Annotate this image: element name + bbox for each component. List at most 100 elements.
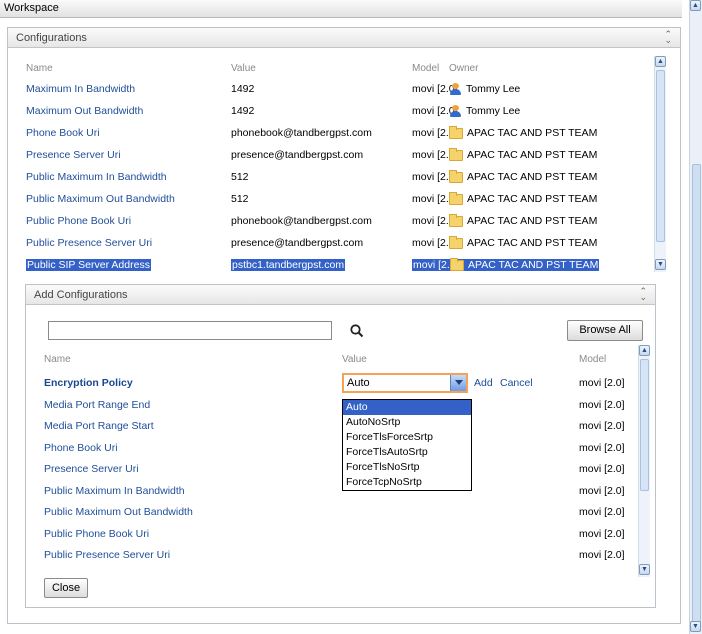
table-row[interactable]: Maximum In Bandwidth 1492 movi [2.0] Tommy … [8,79,654,101]
list-item[interactable]: Public Phone Book Uri movi [2.0] [26,524,646,545]
column-header-name[interactable]: Name [44,354,71,365]
workspace-scroll-thumb[interactable] [692,164,701,624]
config-owner: APAC TAC AND PST TEAM [449,257,600,271]
owner-label: APAC TAC AND PST TEAM [467,237,598,249]
value-select[interactable]: Auto [342,373,468,393]
config-name[interactable]: Phone Book Uri [26,127,100,139]
dropdown-option[interactable]: ForceTlsForceSrtp [343,430,471,445]
table-row[interactable]: Public Maximum Out Bandwidth 512 movi [2.0… [8,189,654,211]
close-button[interactable]: Close [44,578,88,598]
configurations-scroll-thumb[interactable] [656,70,665,242]
chevron-down-icon[interactable] [450,375,466,391]
config-name[interactable]: Public Maximum In Bandwidth [44,485,185,497]
config-value: presence@tandbergpst.com [231,237,364,249]
configurations-scrollbar[interactable]: ▲ ▼ [654,56,666,272]
config-name[interactable]: Public Presence Server Uri [26,237,152,249]
config-name[interactable]: Public Maximum In Bandwidth [26,171,167,183]
scroll-down-icon[interactable]: ▼ [655,259,666,270]
folder-icon [449,125,463,139]
owner-label: APAC TAC AND PST TEAM [467,149,598,161]
table-row[interactable]: Maximum Out Bandwidth 1492 movi [2.0] Tommy… [8,101,654,123]
config-name[interactable]: Public Phone Book Uri [44,528,149,540]
scroll-up-icon[interactable]: ▲ [690,0,701,11]
collapse-icon[interactable]: ⌃ ⌄ [664,30,672,45]
config-name[interactable]: Public Maximum Out Bandwidth [26,193,175,205]
config-model: movi [2.0] [579,420,625,432]
dropdown-option[interactable]: ForceTlsNoSrtp [343,460,471,475]
list-item[interactable]: Public Presence Server Uri movi [2.0] [26,545,646,566]
owner-label: APAC TAC AND PST TEAM [467,171,598,183]
column-header-model[interactable]: Model [412,63,439,74]
table-row[interactable]: Public Phone Book Uri phonebook@tandbergp… [8,211,654,233]
scroll-up-icon[interactable]: ▲ [639,345,650,356]
workspace-title: Workspace [4,2,59,14]
table-row[interactable]: Public Presence Server Uri presence@tandb… [8,233,654,255]
config-owner: APAC TAC AND PST TEAM [449,213,598,227]
column-header-value[interactable]: Value [231,63,256,74]
column-header-model[interactable]: Model [579,354,606,365]
dropdown-option[interactable]: AutoNoSrtp [343,415,471,430]
column-header-value[interactable]: Value [342,354,367,365]
config-name[interactable]: Public Maximum Out Bandwidth [44,506,193,518]
config-model: movi [2.0] [579,441,625,454]
owner-label: APAC TAC AND PST TEAM [467,193,598,205]
config-name[interactable]: Public Phone Book Uri [26,215,131,227]
list-item[interactable]: Presence Server Uri movi [2.0] [26,459,646,480]
column-header-owner[interactable]: Owner [449,63,478,74]
scroll-down-icon[interactable]: ▼ [690,621,701,632]
owner-label: APAC TAC AND PST TEAM [468,259,599,271]
config-model: movi [2.0] [579,377,625,389]
cancel-link[interactable]: Cancel [500,377,533,389]
add-link[interactable]: Add [474,377,493,389]
list-item[interactable]: Phone Book Uri movi [2.0] [26,438,646,459]
owner-label: APAC TAC AND PST TEAM [467,215,598,227]
table-row[interactable]: Presence Server Uri presence@tandbergpst.… [8,145,654,167]
configurations-title: Configurations [16,32,87,44]
add-configurations-scroll-thumb[interactable] [640,359,649,491]
list-item[interactable]: Encryption Policy movi [2.0] [26,373,646,394]
list-item[interactable]: Media Port Range End movi [2.0] [26,395,646,416]
owner-label: Tommy Lee [466,83,521,95]
config-name[interactable]: Media Port Range Start [44,420,154,432]
config-name[interactable]: Phone Book Uri [44,442,118,454]
table-row[interactable]: Public Maximum In Bandwidth 512 movi [2.0]… [8,167,654,189]
add-configurations-title: Add Configurations [34,289,128,301]
list-item[interactable]: Media Port Range Start movi [2.0] [26,416,646,437]
scroll-down-icon[interactable]: ▼ [639,564,650,575]
workspace-scrollbar[interactable]: ▲ ▼ [689,0,702,634]
table-row[interactable]: Public SIP Server Address pstbc1.tandberg… [8,255,654,277]
config-name[interactable]: Public SIP Server Address [26,259,151,271]
config-name[interactable]: Maximum Out Bandwidth [26,105,143,117]
config-value: 512 [231,171,249,183]
config-owner: APAC TAC AND PST TEAM [449,147,598,161]
search-input[interactable] [48,321,332,340]
scroll-up-icon[interactable]: ▲ [655,56,666,67]
browse-all-button[interactable]: Browse All [567,320,643,341]
dropdown-option[interactable]: Auto [343,400,471,415]
config-name[interactable]: Maximum In Bandwidth [26,83,135,95]
config-value: 1492 [231,83,255,95]
config-value: pstbc1.tandbergpst.com [231,259,346,271]
list-item[interactable]: Public Maximum Out Bandwidth movi [2.0] [26,502,646,523]
dropdown-option[interactable]: ForceTcpNoSrtp [343,475,471,490]
value-dropdown-list: Auto AutoNoSrtp ForceTlsForceSrtp ForceTlsA… [342,399,472,491]
folder-icon [449,235,463,249]
dropdown-option[interactable]: ForceTlsAutoSrtp [343,445,471,460]
collapse-icon[interactable]: ⌃ ⌄ [639,287,647,302]
column-header-name[interactable]: Name [26,63,53,74]
table-row[interactable]: Phone Book Uri phonebook@tandbergpst.com m… [8,123,654,145]
config-name[interactable]: Presence Server Uri [26,149,121,161]
search-icon[interactable] [349,323,365,339]
config-name[interactable]: Encryption Policy [44,377,133,389]
config-model: movi [2.0] [579,484,625,497]
list-item[interactable]: Public Maximum In Bandwidth movi [2.0] [26,481,646,502]
config-name[interactable]: Public Presence Server Uri [44,549,170,561]
config-model: movi [2.0] [579,549,625,561]
config-name[interactable]: Presence Server Uri [44,463,139,475]
add-configurations-scrollbar[interactable]: ▲ ▼ [638,345,650,577]
config-value: phonebook@tandbergpst.com [231,215,372,227]
config-value: phonebook@tandbergpst.com [231,127,372,139]
folder-icon [449,213,463,227]
config-owner: APAC TAC AND PST TEAM [449,235,598,249]
config-name[interactable]: Media Port Range End [44,399,150,411]
